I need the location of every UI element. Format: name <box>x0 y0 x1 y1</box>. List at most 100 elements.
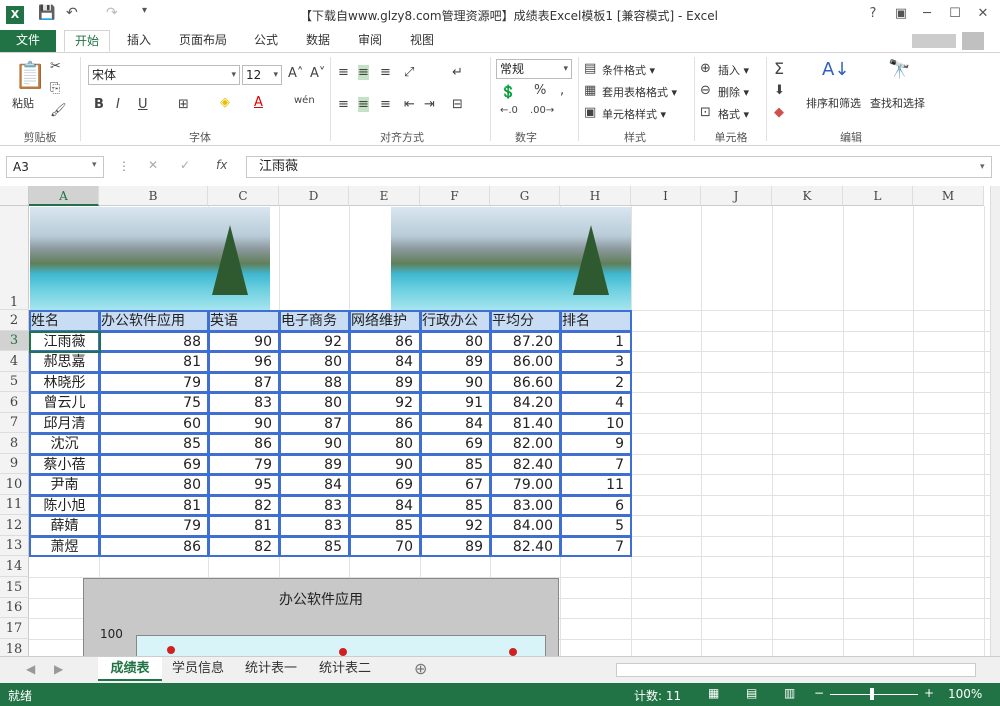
table-cell[interactable]: 92 <box>349 392 421 414</box>
cancel-icon[interactable]: ✕ <box>148 158 158 172</box>
table-cell[interactable]: 81 <box>99 351 209 373</box>
table-cell[interactable]: 85 <box>420 495 491 516</box>
table-cell[interactable]: 2 <box>560 372 632 393</box>
table-cell[interactable]: 7 <box>560 536 632 557</box>
sheet-tab[interactable]: 成绩表 <box>98 657 162 681</box>
row-header[interactable]: 6 <box>0 392 29 413</box>
table-cell[interactable]: 7 <box>560 454 632 475</box>
table-cell[interactable]: 84.20 <box>490 392 561 414</box>
table-cell[interactable]: 薛婧 <box>29 515 100 537</box>
table-header-cell[interactable]: 排名 <box>560 310 632 332</box>
table-cell[interactable]: 90 <box>420 372 491 393</box>
undo-icon[interactable]: ↶ <box>66 5 78 21</box>
enter-icon[interactable]: ✓ <box>180 158 190 172</box>
table-cell[interactable]: 86 <box>208 433 280 455</box>
table-cell[interactable]: 88 <box>99 331 209 352</box>
table-cell[interactable]: 沈沉 <box>29 433 100 455</box>
increase-indent-icon[interactable]: ⇥ <box>424 97 435 112</box>
table-cell[interactable]: 86 <box>349 413 421 434</box>
table-cell[interactable]: 90 <box>279 433 350 455</box>
customize-qat-icon[interactable]: ▾ <box>142 5 147 16</box>
table-cell[interactable]: 84 <box>349 495 421 516</box>
table-cell[interactable]: 林晓彤 <box>29 372 100 393</box>
column-header[interactable]: B <box>99 186 208 206</box>
table-cell[interactable]: 蔡小蓓 <box>29 454 100 475</box>
chevron-down-icon[interactable]: ▾ <box>92 160 97 170</box>
insert-cells-button[interactable]: 插入 ▾ <box>718 62 749 78</box>
close-icon[interactable]: ✕ <box>970 3 996 25</box>
add-sheet-icon[interactable]: ⊕ <box>414 659 427 678</box>
table-cell[interactable]: 85 <box>279 536 350 557</box>
table-cell[interactable]: 88 <box>279 372 350 393</box>
table-cell[interactable]: 85 <box>99 433 209 455</box>
tab-data[interactable]: 数据 <box>300 30 336 52</box>
page-layout-icon[interactable]: ▤ <box>746 686 757 700</box>
table-cell[interactable]: 曾云儿 <box>29 392 100 414</box>
function-icon[interactable]: fx <box>216 158 227 172</box>
save-icon[interactable]: 💾 <box>38 5 55 21</box>
column-header[interactable]: E <box>349 186 420 206</box>
table-cell[interactable]: 84 <box>349 351 421 373</box>
table-cell[interactable]: 80 <box>349 433 421 455</box>
fill-color-icon[interactable]: ◈ <box>220 95 230 110</box>
table-cell[interactable]: 80 <box>279 392 350 414</box>
table-cell[interactable]: 69 <box>420 433 491 455</box>
table-cell[interactable]: 81.40 <box>490 413 561 434</box>
table-cell[interactable]: 80 <box>279 351 350 373</box>
increase-decimal-icon[interactable]: ←.0 <box>500 105 518 116</box>
table-cell[interactable]: 89 <box>349 372 421 393</box>
table-cell[interactable]: 75 <box>99 392 209 414</box>
currency-icon[interactable]: 💲 <box>500 85 516 100</box>
table-cell[interactable]: 82 <box>208 536 280 557</box>
table-cell[interactable]: 9 <box>560 433 632 455</box>
cell-styles-button[interactable]: 单元格样式 ▾ <box>602 106 666 122</box>
chart[interactable]: 办公软件应用 100 <box>83 578 559 656</box>
table-cell[interactable]: 81 <box>99 495 209 516</box>
column-header[interactable]: D <box>279 186 349 206</box>
column-header[interactable]: I <box>631 186 701 206</box>
border-icon[interactable]: ⊞ <box>178 97 189 112</box>
table-cell[interactable]: 87 <box>208 372 280 393</box>
tab-insert[interactable]: 插入 <box>118 30 160 52</box>
table-cell[interactable]: 82.00 <box>490 433 561 455</box>
paste-button[interactable]: 粘贴 <box>12 95 34 111</box>
table-cell[interactable]: 85 <box>420 454 491 475</box>
row-header[interactable]: 17 <box>0 618 29 639</box>
vertical-scrollbar[interactable] <box>990 186 1000 656</box>
wrap-text-icon[interactable]: ↵ <box>452 65 463 80</box>
table-cell[interactable]: 79.00 <box>490 474 561 496</box>
autosum-icon[interactable]: Σ <box>774 59 784 78</box>
comma-icon[interactable]: , <box>560 83 564 98</box>
table-cell[interactable]: 郝思嘉 <box>29 351 100 373</box>
table-cell[interactable]: 尹南 <box>29 474 100 496</box>
row-header[interactable]: 15 <box>0 577 29 598</box>
table-header-cell[interactable]: 行政办公 <box>420 310 491 332</box>
conditional-format-button[interactable]: 条件格式 ▾ <box>602 62 655 78</box>
italic-icon[interactable]: I <box>116 97 120 112</box>
zoom-in-icon[interactable]: + <box>924 686 934 700</box>
row-header[interactable]: 5 <box>0 372 29 392</box>
bold-icon[interactable]: B <box>94 97 104 112</box>
scroll-left-icon[interactable]: ◀ <box>26 662 35 676</box>
table-cell[interactable]: 10 <box>560 413 632 434</box>
align-bottom-icon[interactable]: ≡ <box>380 65 391 80</box>
paste-icon[interactable]: 📋 <box>14 61 46 91</box>
table-cell[interactable]: 6 <box>560 495 632 516</box>
font-size-select[interactable]: 12 ▾ <box>242 65 282 85</box>
row-header[interactable]: 2 <box>0 310 29 331</box>
row-header[interactable]: 16 <box>0 598 29 618</box>
table-cell[interactable]: 92 <box>279 331 350 352</box>
row-header[interactable]: 14 <box>0 556 29 577</box>
zoom-level[interactable]: 100% <box>948 687 982 701</box>
table-header-cell[interactable]: 网络维护 <box>349 310 421 332</box>
format-as-table-button[interactable]: 套用表格格式 ▾ <box>602 84 677 100</box>
table-cell[interactable]: 90 <box>208 331 280 352</box>
row-header[interactable]: 4 <box>0 351 29 372</box>
table-header-cell[interactable]: 平均分 <box>490 310 561 332</box>
align-middle-icon[interactable]: ≡ <box>358 65 369 80</box>
row-header[interactable]: 10 <box>0 474 29 495</box>
table-cell[interactable]: 82.40 <box>490 536 561 557</box>
column-header[interactable]: A <box>29 186 99 206</box>
column-header[interactable]: K <box>772 186 843 206</box>
table-cell[interactable]: 89 <box>420 536 491 557</box>
